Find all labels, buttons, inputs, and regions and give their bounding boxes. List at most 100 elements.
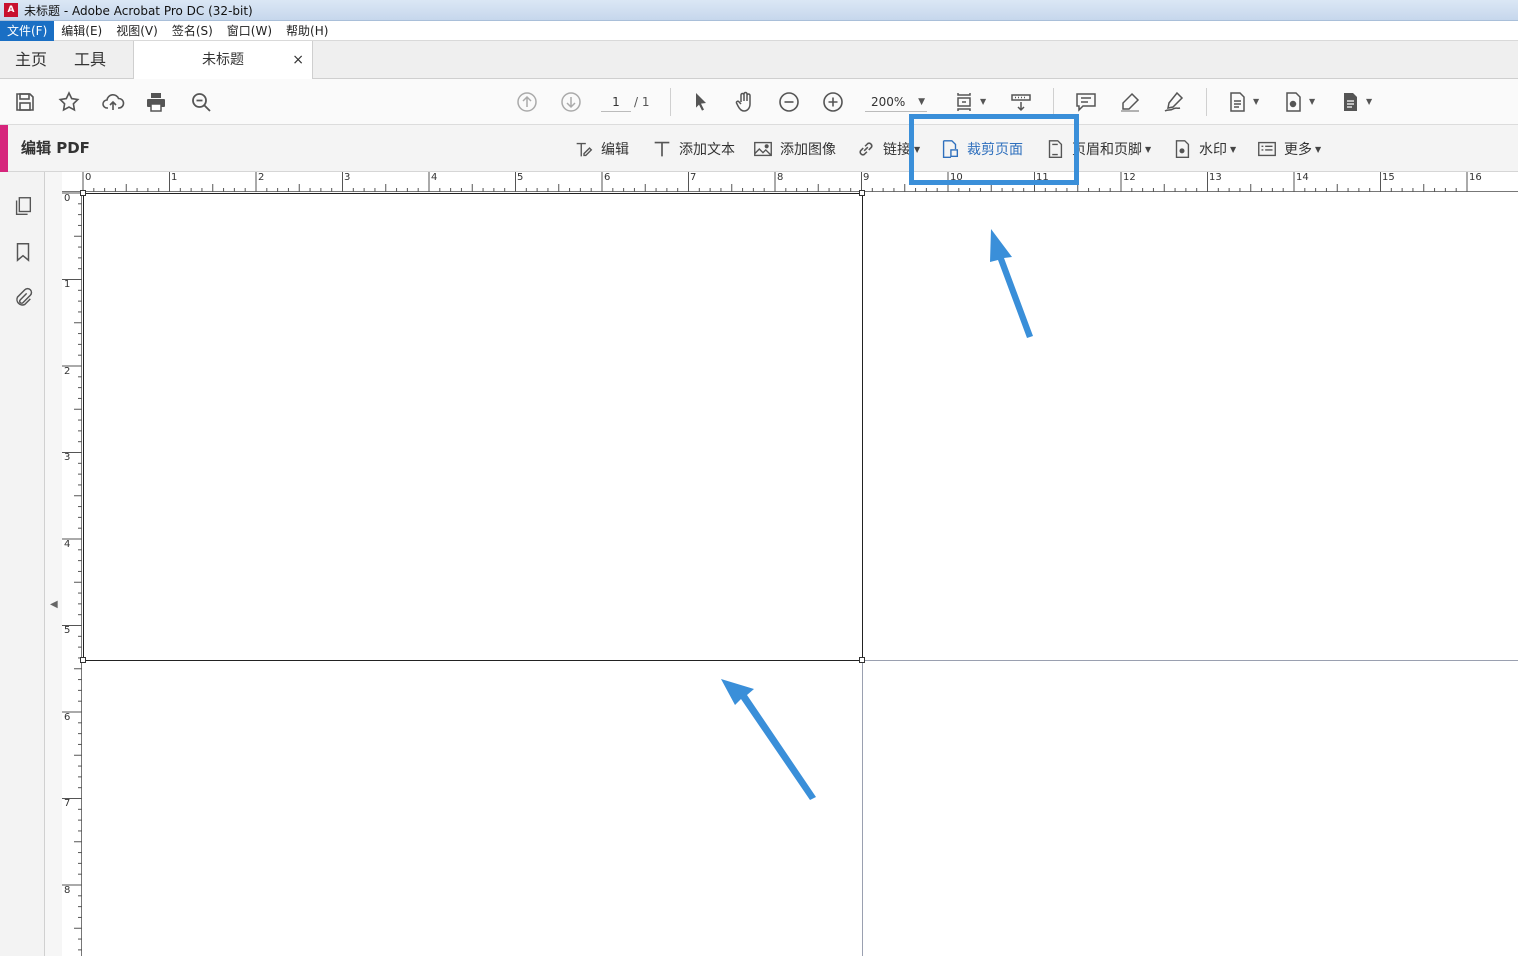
menu-help[interactable]: 帮助(H): [279, 21, 335, 41]
zoom-level-value: 200%: [871, 95, 906, 109]
ruler-top-label: 0: [85, 172, 92, 183]
scroll-mode-icon[interactable]: [1008, 89, 1034, 115]
ruler-top-label: 15: [1382, 172, 1395, 183]
toolbar-divider: [1053, 88, 1054, 116]
edit-pdf-accent-bar: [0, 125, 8, 172]
crop-handle-top-left[interactable]: [80, 190, 86, 196]
ruler-top-label: 3: [344, 172, 351, 183]
watermark-label: 水印: [1199, 142, 1227, 158]
ruler-left-label: 3: [64, 452, 71, 463]
ruler-top-label: 1: [171, 172, 178, 183]
menu-view[interactable]: 视图(V): [109, 21, 165, 41]
document-export-icon[interactable]: [1337, 89, 1363, 115]
zoom-out-icon[interactable]: [776, 89, 802, 115]
ruler-top-label: 4: [431, 172, 438, 183]
ruler-top-label: 14: [1296, 172, 1309, 183]
document-export-chevron-icon[interactable]: ▼: [1366, 97, 1372, 106]
hand-tool-icon[interactable]: [732, 89, 758, 115]
menu-file[interactable]: 文件(F): [0, 20, 55, 41]
acrobat-app-icon: A: [4, 3, 18, 17]
attachments-paperclip-icon[interactable]: [10, 285, 36, 311]
ruler-left-label: 8: [64, 885, 71, 896]
document-settings-chevron-icon[interactable]: ▼: [1309, 97, 1315, 106]
ruler-top-label: 7: [690, 172, 697, 183]
zoom-search-icon[interactable]: [188, 89, 214, 115]
crop-handle-bottom-right[interactable]: [859, 657, 865, 663]
document-options-chevron-icon[interactable]: ▼: [1253, 97, 1259, 106]
close-tab-icon[interactable]: ×: [292, 41, 304, 79]
add-text-button[interactable]: 添加文本: [651, 136, 735, 162]
add-image-label: 添加图像: [780, 142, 836, 158]
crop-handle-top-right[interactable]: [859, 190, 865, 196]
ruler-left-label: 5: [64, 625, 71, 636]
annotation-highlight-box: [909, 114, 1079, 185]
ruler-left-label: 7: [64, 798, 71, 809]
edit-pdf-title: 编辑 PDF: [21, 139, 90, 157]
fit-page-icon[interactable]: [951, 89, 977, 115]
more-button[interactable]: 更多 ▼: [1256, 136, 1321, 162]
tab-home[interactable]: 主页: [15, 41, 47, 79]
horizontal-ruler: 0 1 2 3 4 5 6 7 8 9 10 11 12 13 14 15 16: [62, 172, 1518, 192]
watermark-icon: [1175, 140, 1190, 158]
ruler-left-label: 0: [64, 193, 71, 204]
collapse-arrow-icon[interactable]: ◀: [50, 599, 58, 610]
print-icon[interactable]: [143, 89, 169, 115]
ruler-left-label: 1: [64, 279, 71, 290]
ruler-left-label: 4: [64, 539, 71, 550]
toolbar-divider: [670, 88, 671, 116]
chevron-down-icon: ▼: [918, 97, 925, 107]
menu-edit[interactable]: 编辑(E): [54, 21, 109, 41]
edit-text-icon: [576, 142, 593, 157]
page-total: / 1: [634, 95, 650, 109]
ruler-top-label: 2: [258, 172, 265, 183]
comment-icon[interactable]: [1073, 89, 1099, 115]
crop-selection-rectangle[interactable]: [83, 193, 863, 661]
ruler-left-label: 6: [64, 712, 71, 723]
menu-sign[interactable]: 签名(S): [165, 21, 220, 41]
navigation-panel: [0, 172, 45, 956]
select-cursor-icon[interactable]: [688, 89, 714, 115]
ruler-top-label: 9: [863, 172, 870, 183]
panel-collapse-handle[interactable]: ◀: [45, 172, 62, 956]
tab-document-label: 未标题: [202, 52, 244, 68]
watermark-button[interactable]: 水印 ▼: [1171, 136, 1236, 162]
document-settings-icon[interactable]: [1280, 89, 1306, 115]
tab-bar: 主页 工具 未标题 ×: [0, 41, 1518, 80]
tab-tools[interactable]: 工具: [74, 41, 106, 79]
cloud-upload-icon[interactable]: [100, 89, 126, 115]
ruler-top-label: 8: [777, 172, 784, 183]
zoom-level-select[interactable]: 200% ▼: [865, 92, 927, 112]
vertical-ruler: 0 1 2 3 4 5 6 7 8: [62, 192, 82, 956]
save-icon[interactable]: [12, 89, 38, 115]
crop-handle-bottom-left[interactable]: [80, 657, 86, 663]
edit-button[interactable]: 编辑: [573, 136, 629, 162]
more-label: 更多: [1284, 142, 1312, 158]
more-chevron-icon: ▼: [1315, 144, 1322, 154]
header-footer-label: 页眉和页脚: [1072, 142, 1142, 158]
page-thumbnails-icon[interactable]: [10, 193, 36, 219]
bookmark-star-icon[interactable]: [56, 89, 82, 115]
zoom-in-icon[interactable]: [820, 89, 846, 115]
bookmarks-icon[interactable]: [10, 239, 36, 265]
window-title: 未标题 - Adobe Acrobat Pro DC (32-bit): [24, 3, 253, 18]
link-label: 链接: [883, 142, 911, 158]
next-page-icon[interactable]: [558, 89, 584, 115]
ruler-top-label: 12: [1123, 172, 1136, 183]
edit-button-label: 编辑: [601, 142, 629, 158]
fit-page-chevron-icon[interactable]: ▼: [980, 97, 986, 106]
ruler-top-label: 5: [517, 172, 524, 183]
watermark-chevron-icon: ▼: [1230, 144, 1237, 154]
sign-pen-icon[interactable]: [1161, 89, 1187, 115]
menu-bar: 文件(F) 编辑(E) 视图(V) 签名(S) 窗口(W) 帮助(H): [0, 20, 1518, 41]
ruler-top-label: 16: [1469, 172, 1482, 183]
page-number-input[interactable]: 1: [601, 92, 631, 112]
highlight-pen-icon[interactable]: [1117, 89, 1143, 115]
more-list-icon: [1258, 141, 1276, 157]
previous-page-icon[interactable]: [514, 89, 540, 115]
document-options-icon[interactable]: [1224, 89, 1250, 115]
tab-document[interactable]: 未标题 ×: [133, 41, 313, 80]
menu-window[interactable]: 窗口(W): [220, 21, 279, 41]
image-icon: [754, 141, 772, 157]
toolbar-divider: [1206, 88, 1207, 116]
add-image-button[interactable]: 添加图像: [752, 136, 836, 162]
